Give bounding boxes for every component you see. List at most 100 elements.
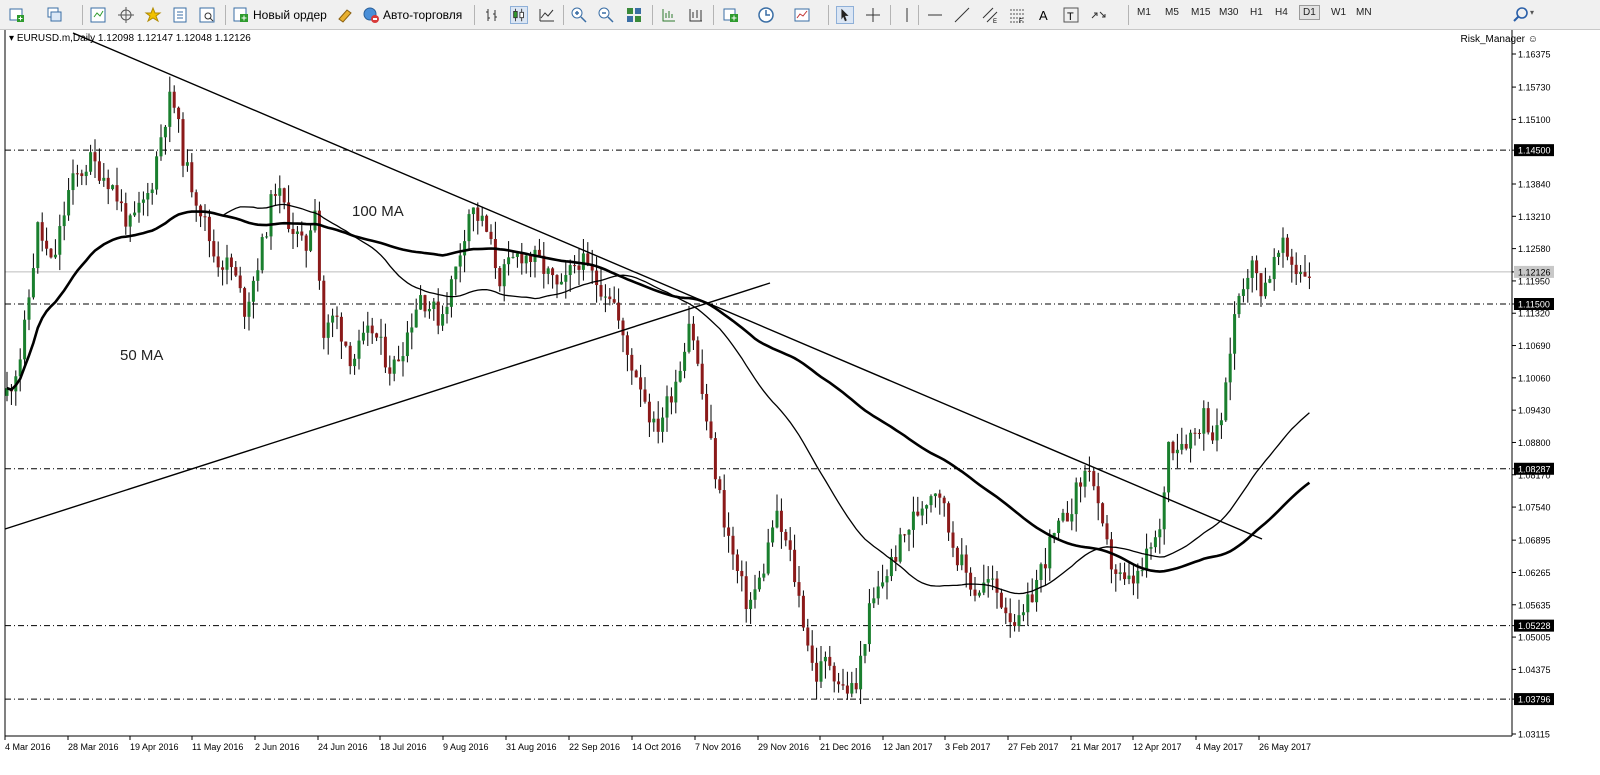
timeframe-m1[interactable]: M1 <box>1137 7 1151 18</box>
price-label-1.07540: 1.07540 <box>1518 503 1551 513</box>
chart-collapse-arrow[interactable]: ▾ <box>9 33 17 44</box>
data-window-icon[interactable] <box>171 6 189 24</box>
text-icon[interactable]: A <box>1035 6 1053 24</box>
new-order-button[interactable]: Новый ордер <box>232 4 327 26</box>
candle-body <box>1277 252 1281 257</box>
profiles-icon[interactable] <box>46 6 64 24</box>
timeframe-m5[interactable]: M5 <box>1165 7 1179 18</box>
candle-body <box>806 627 810 646</box>
candle-body <box>1219 420 1223 426</box>
candle-body <box>317 210 321 281</box>
candle-body <box>744 576 748 610</box>
timeframe-h1[interactable]: H1 <box>1250 7 1263 18</box>
vertical-line-icon[interactable] <box>898 6 916 24</box>
auto-trading-icon <box>363 7 379 23</box>
favorites-icon[interactable] <box>144 6 162 24</box>
candle-body <box>551 268 555 276</box>
crosshair-icon[interactable] <box>864 6 882 24</box>
zoom-out-icon[interactable] <box>597 6 615 24</box>
arrows-icon[interactable] <box>1090 6 1108 24</box>
line-chart-icon[interactable] <box>538 6 556 24</box>
time-label-8: 31 Aug 2016 <box>506 742 557 752</box>
candle-body <box>634 370 638 378</box>
auto-scroll-icon[interactable] <box>660 6 678 24</box>
timeframe-h4[interactable]: H4 <box>1275 7 1288 18</box>
timeframe-d1[interactable]: D1 <box>1299 5 1320 20</box>
candle-body <box>441 314 445 326</box>
candle-body <box>423 295 427 312</box>
candle-body <box>344 341 348 346</box>
candle-body <box>339 316 343 342</box>
candle-body <box>221 267 225 270</box>
chart-shift-icon[interactable] <box>687 6 705 24</box>
candle-body <box>661 417 665 432</box>
candle-body <box>1149 547 1153 549</box>
price-label-1.05635: 1.05635 <box>1518 600 1551 610</box>
candle-body <box>652 418 656 423</box>
candle-body <box>392 359 396 374</box>
fibonacci-icon[interactable]: F <box>1008 6 1026 24</box>
candle-body <box>300 231 304 236</box>
candle-body <box>630 354 634 371</box>
candlestick-icon[interactable] <box>510 6 528 24</box>
search-dropdown-arrow[interactable]: ▾ <box>1530 8 1534 17</box>
metaeditor-icon[interactable] <box>336 6 354 24</box>
candle-body <box>1127 575 1131 580</box>
candle-body <box>722 490 726 528</box>
text-label-icon[interactable]: T <box>1062 6 1080 24</box>
candle-body <box>577 265 581 270</box>
time-label-14: 12 Jan 2017 <box>883 742 933 752</box>
candle-body <box>405 332 409 357</box>
candle-body <box>89 152 93 172</box>
candle-body <box>810 645 814 663</box>
candle-body <box>62 215 66 227</box>
candle-body <box>1281 237 1285 253</box>
candle-body <box>955 547 959 566</box>
expert-face-icon[interactable]: ☺ <box>1528 34 1538 45</box>
timeframe-m30[interactable]: M30 <box>1219 7 1238 18</box>
candle-body <box>986 579 990 583</box>
price-chart[interactable]: 1.16375 1.15730 1.15100 1.14500 1.13840 1.132… <box>0 30 1600 775</box>
zoom-in-icon[interactable] <box>570 6 588 24</box>
trendline-icon[interactable] <box>953 6 971 24</box>
candle-body <box>1299 272 1303 275</box>
terminal-icon[interactable] <box>198 6 216 24</box>
candle-body <box>150 189 154 194</box>
templates-icon[interactable] <box>793 6 811 24</box>
candle-body <box>749 599 753 610</box>
candle-body <box>124 203 128 227</box>
candle-body <box>854 683 858 690</box>
bar-chart-icon[interactable] <box>483 6 501 24</box>
candle-body <box>898 534 902 562</box>
periods-icon[interactable] <box>757 6 775 24</box>
candle-body <box>1017 615 1021 627</box>
candle-body <box>788 540 792 550</box>
timeframe-m15[interactable]: M15 <box>1191 7 1210 18</box>
auto-trading-button[interactable]: Авто-торговля <box>362 4 462 26</box>
candle-body <box>520 253 524 264</box>
candle-body <box>375 333 379 338</box>
candle-body <box>23 319 27 360</box>
timeframe-w1[interactable]: W1 <box>1331 7 1346 18</box>
cursor-icon[interactable] <box>836 6 854 24</box>
candle-body <box>903 534 907 536</box>
search-icon[interactable] <box>1512 6 1530 24</box>
time-label-10: 14 Oct 2016 <box>632 742 681 752</box>
candle-body <box>828 656 832 666</box>
tile-windows-icon[interactable] <box>625 6 643 24</box>
candle-body <box>555 275 559 285</box>
equidistant-channel-icon[interactable]: E <box>981 6 999 24</box>
candle-body <box>1118 572 1122 574</box>
new-chart-icon[interactable] <box>8 6 26 24</box>
horizontal-line-icon[interactable] <box>926 6 944 24</box>
candle-body <box>168 91 172 127</box>
candle-body <box>951 532 955 548</box>
indicators-icon[interactable] <box>722 6 740 24</box>
navigator-icon[interactable] <box>117 6 135 24</box>
candle-body <box>256 270 260 281</box>
candle-body <box>128 215 132 227</box>
candle-body <box>766 542 770 574</box>
market-watch-icon[interactable] <box>89 6 107 24</box>
candle-body <box>801 595 805 628</box>
timeframe-mn[interactable]: MN <box>1356 7 1372 18</box>
